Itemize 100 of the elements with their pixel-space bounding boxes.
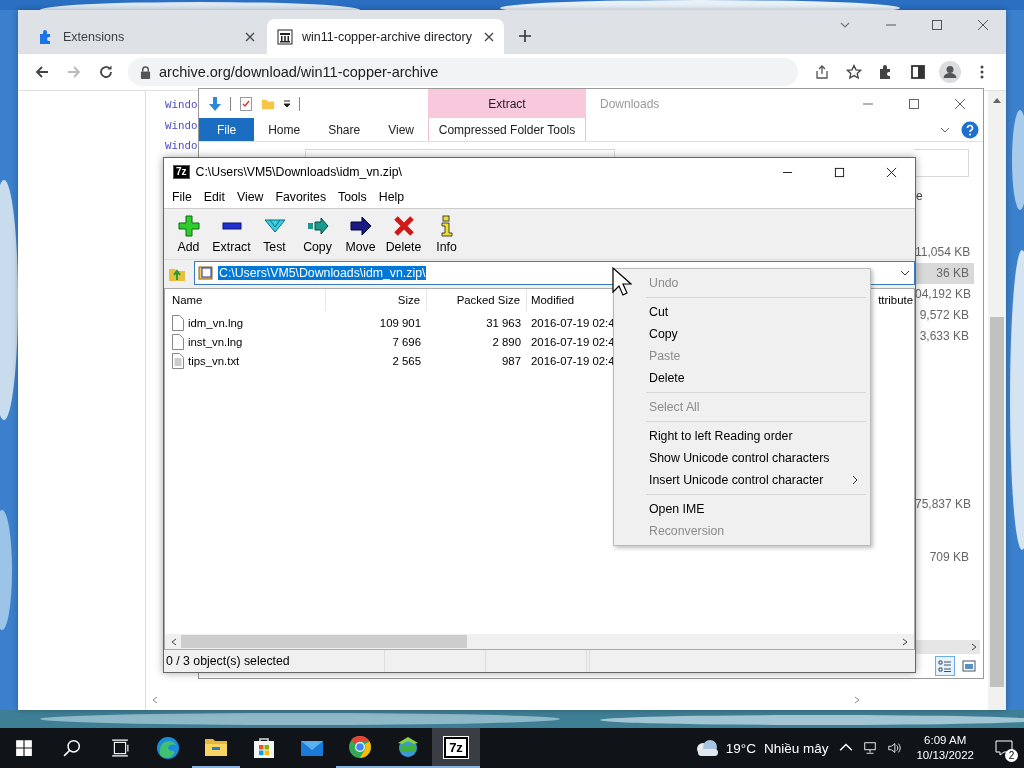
details-view-button[interactable]	[935, 656, 955, 676]
search-icon	[63, 739, 81, 757]
menu-item[interactable]: File	[166, 190, 198, 204]
ribbon-tab[interactable]: Home	[254, 118, 315, 141]
download-arrow-icon[interactable]	[208, 95, 222, 112]
toolbar-button[interactable]: Test	[253, 214, 296, 254]
file-size[interactable]: 36 KB	[915, 263, 974, 284]
close-icon[interactable]	[484, 31, 494, 42]
close-icon[interactable]	[886, 166, 897, 178]
file-name-cell[interactable]: tips_vn.txt	[165, 351, 326, 370]
address-bar[interactable]: archive.org/download/win11-copper-archive	[128, 58, 798, 86]
help-icon[interactable]	[961, 120, 979, 139]
menu-item[interactable]: Show Unicode control characters	[616, 447, 868, 469]
file-size[interactable]: 75,837 KB	[915, 494, 983, 515]
menu-item[interactable]: Right to left Reading order	[616, 425, 868, 447]
chevron-right-icon[interactable]	[971, 643, 977, 651]
table-cell-text: 109 901	[378, 315, 422, 331]
column-header[interactable]: Modified	[527, 289, 613, 311]
share-icon[interactable]	[814, 64, 830, 80]
chevron-right-icon[interactable]	[902, 637, 908, 646]
table-cell-text: 2016-07-19 02:4	[530, 334, 613, 350]
menu-item[interactable]: View	[231, 190, 270, 204]
dropdown-icon[interactable]	[900, 268, 910, 278]
chevron-right-icon	[852, 475, 858, 485]
clock[interactable]: 6:09 AM 10/13/2022	[906, 728, 984, 768]
shopping-bag-icon	[252, 736, 276, 760]
chevron-left-icon[interactable]	[171, 637, 177, 646]
file-size[interactable]: 709 KB	[915, 547, 983, 568]
table-cell-text: 2016-07-19 02:4	[530, 353, 613, 369]
file-size[interactable]: 04,192 KB	[915, 284, 983, 305]
up-arrow-icon[interactable]	[993, 97, 1001, 103]
file-size[interactable]: 11,054 KB	[915, 242, 983, 263]
windows-logo-icon	[15, 739, 33, 757]
file-icon	[172, 314, 184, 331]
column-header[interactable]: Size	[326, 289, 427, 311]
column-header[interactable]: e	[915, 185, 983, 207]
column-header[interactable]: ttribute	[878, 289, 914, 311]
taskbar-app-button[interactable]: 7z	[432, 728, 480, 768]
globe-icon	[396, 735, 420, 759]
maximize-icon[interactable]	[834, 166, 845, 178]
toolbar-button[interactable]: Add	[167, 214, 210, 254]
file-size[interactable]: 3,633 KB	[915, 326, 983, 347]
status-text: 0 / 3 object(s) selected	[164, 650, 385, 672]
task-view-icon	[111, 739, 129, 757]
ribbon-tab[interactable]: View	[374, 118, 428, 141]
table-cell-text: 2 565	[391, 353, 422, 369]
scrollbar-thumb[interactable]	[990, 317, 1004, 687]
toolbar-button[interactable]: Extract	[210, 214, 253, 254]
file-size[interactable]: 9,572 KB	[915, 305, 983, 326]
weather-widget[interactable]: 19°C Nhiều mây	[687, 728, 835, 768]
list-icon	[938, 659, 952, 673]
lock-icon	[140, 65, 151, 79]
browser-tab[interactable]: win11-copper-archive directory	[267, 19, 504, 54]
close-icon[interactable]	[245, 31, 255, 42]
page-text: Windo	[165, 139, 198, 154]
star-icon[interactable]	[846, 64, 862, 80]
delete-icon	[392, 214, 415, 237]
toolbar-button[interactable]: Delete	[382, 214, 425, 254]
toolbar-button[interactable]: Copy	[296, 214, 339, 254]
column-header[interactable]: Name	[165, 289, 326, 311]
reload-icon[interactable]	[98, 64, 114, 80]
avatar-icon[interactable]	[939, 61, 961, 83]
menu-item[interactable]: Insert Unicode control character	[616, 469, 868, 491]
menu-item[interactable]: Open IME	[616, 498, 868, 520]
right-arrow-icon	[349, 214, 372, 237]
checklist-icon[interactable]	[239, 95, 253, 112]
menu-item[interactable]: Cut	[616, 301, 868, 323]
new-tab-icon[interactable]	[518, 29, 532, 43]
table-cell-text: 2016-07-19 02:4	[530, 315, 613, 331]
table-cell-text: 31 963	[485, 315, 522, 331]
back-icon[interactable]	[34, 64, 50, 80]
menu-item[interactable]: Copy	[616, 323, 868, 345]
menu-item[interactable]: Edit	[197, 190, 232, 204]
file-name-cell[interactable]: idm_vn.lng	[165, 313, 326, 332]
toolbar-button[interactable]: Move	[339, 214, 382, 254]
context-ribbon-tab[interactable]: Compressed Folder Tools	[428, 118, 586, 141]
file-tab[interactable]: File	[199, 118, 255, 141]
swirl-icon	[156, 736, 180, 760]
image-icon	[962, 659, 976, 673]
toolbar-button[interactable]: Info	[425, 214, 468, 254]
browser-tab[interactable]: Extensions	[28, 19, 265, 54]
chevron-right-icon[interactable]	[854, 696, 860, 704]
round-logo-icon	[348, 735, 372, 759]
sidebar-icon[interactable]	[910, 64, 926, 80]
horizontal-scrollbar[interactable]	[165, 634, 914, 649]
chevron-left-icon[interactable]	[152, 696, 158, 704]
menu-item[interactable]: Help	[372, 190, 411, 204]
table-cell-text: 2 890	[491, 334, 522, 350]
network-icon[interactable]	[863, 741, 878, 755]
vertical-scrollbar[interactable]	[988, 91, 1006, 710]
volume-icon[interactable]	[887, 741, 902, 755]
menu-item[interactable]: Favorites	[269, 190, 333, 204]
ribbon-tab[interactable]: Share	[314, 118, 375, 141]
menu-item[interactable]: Delete	[616, 367, 868, 389]
file-name-cell[interactable]: inst_vn.lng	[165, 332, 326, 351]
notification-button[interactable]: 2	[984, 728, 1024, 768]
menu-item[interactable]: Tools	[332, 190, 373, 204]
horizontal-scrollbar[interactable]	[915, 640, 980, 654]
column-header[interactable]: Packed Size	[427, 289, 527, 311]
caret-icon[interactable]	[283, 99, 291, 108]
